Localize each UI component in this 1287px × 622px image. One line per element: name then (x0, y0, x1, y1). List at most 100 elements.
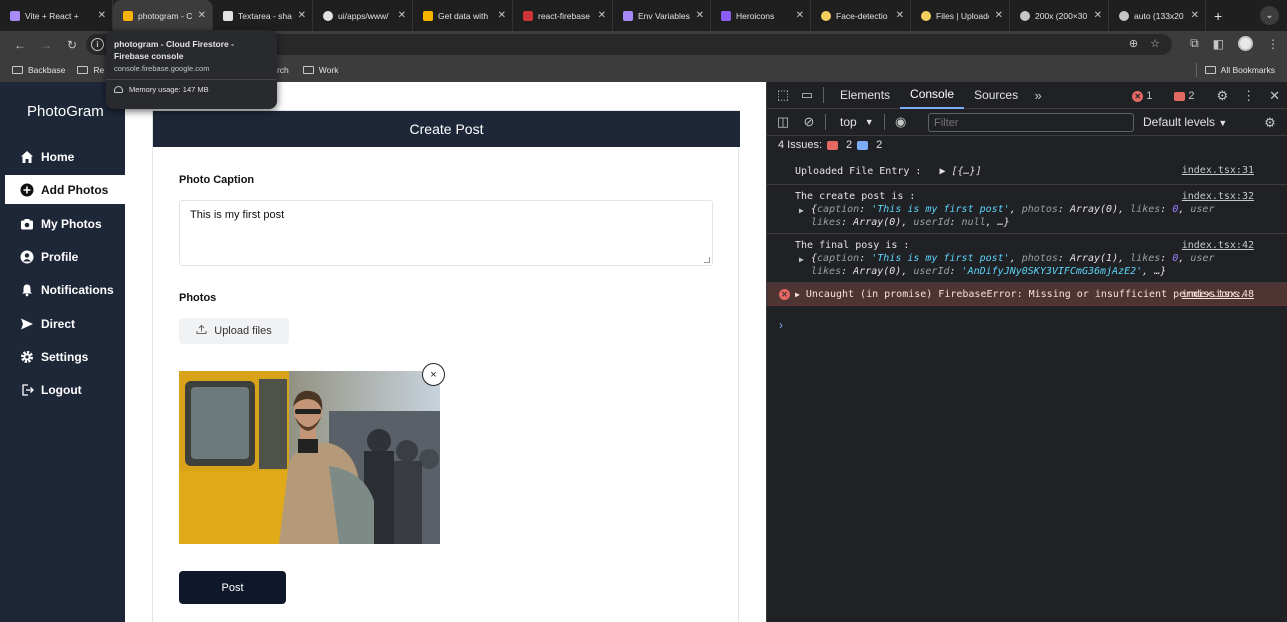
gear-icon[interactable]: ⚙ (1216, 88, 1228, 104)
close-icon[interactable]: ✕ (896, 10, 904, 21)
context-selector[interactable]: top ▼ (840, 115, 874, 129)
nav-item-profile[interactable]: Profile (5, 242, 125, 271)
zoom-icon[interactable]: ⊕ (1129, 37, 1138, 50)
close-icon[interactable]: ✕ (796, 10, 804, 21)
tab-label: auto (133x20 (1134, 10, 1184, 21)
message-icon (1174, 91, 1186, 101)
nav-item-logout[interactable]: Logout (5, 375, 125, 404)
sidebar-toggle-icon[interactable]: ◫ (773, 114, 793, 130)
remove-photo-button[interactable]: × (422, 363, 445, 386)
close-icon[interactable]: ✕ (696, 10, 704, 21)
more-tabs-chevron-icon[interactable]: » (1028, 88, 1048, 103)
error-count-badge[interactable]: ✕ 1 (1132, 90, 1152, 102)
nav-item-add-photos[interactable]: Add Photos (5, 175, 125, 204)
expand-triangle-icon[interactable]: ▶ (799, 204, 804, 217)
tab-heroicons[interactable]: Heroicons ✕ (711, 0, 811, 31)
close-icon[interactable]: ✕ (98, 10, 106, 21)
tab-files-upload[interactable]: Files | Uploadc ✕ (911, 0, 1010, 31)
filter-input[interactable] (928, 113, 1134, 132)
tab-label: Heroicons (736, 10, 775, 21)
tab-textarea[interactable]: Textarea - sha ✕ (213, 0, 313, 31)
bookmark-work[interactable]: Work (302, 65, 338, 75)
console-prompt-icon[interactable]: › (779, 318, 783, 332)
reload-icon[interactable]: ↻ (60, 38, 84, 52)
expand-triangle-icon[interactable]: ▶ (939, 166, 945, 177)
hover-card-url: console.firebase.google.com (114, 64, 210, 73)
tab-env-variables[interactable]: Env Variables ✕ (613, 0, 711, 31)
message-count-badge[interactable]: 2 (1174, 90, 1194, 102)
tab-vite-react[interactable]: Vite + React + ✕ (0, 0, 113, 31)
kebab-menu-icon[interactable]: ⋮ (1267, 37, 1279, 51)
forward-arrow-icon[interactable]: → (34, 38, 58, 52)
tab-200x[interactable]: 200x (200×30 ✕ (1010, 0, 1109, 31)
tab-react-firebase[interactable]: react-firebase ✕ (513, 0, 613, 31)
new-tab-icon[interactable]: + (1214, 8, 1222, 24)
divider (1196, 63, 1197, 77)
tab-console[interactable]: Console (900, 82, 965, 109)
tab-photogram[interactable]: photogram - C ✕ (113, 0, 213, 31)
context-label: top (840, 115, 857, 129)
console-settings-gear-icon[interactable]: ⚙ (1260, 115, 1280, 131)
close-icon[interactable]: ✕ (198, 10, 206, 21)
clear-console-icon[interactable]: ⊘ (799, 114, 819, 130)
nav-label: Profile (41, 249, 79, 264)
back-arrow-icon[interactable]: ← (8, 38, 32, 52)
close-icon[interactable]: ✕ (1269, 88, 1280, 104)
kebab-menu-icon[interactable]: ⋮ (1242, 88, 1255, 104)
memory-usage: Memory usage: 147 MB (114, 85, 269, 94)
inspect-element-icon[interactable]: ⬚ (773, 87, 793, 103)
close-icon[interactable]: ✕ (298, 10, 306, 21)
log-object[interactable]: ▶ {caption: 'This is my first post', phot… (795, 203, 1254, 229)
log-object[interactable]: [{…}] (952, 166, 982, 177)
issues-summary[interactable]: 4 Issues: 2 2 (778, 139, 882, 151)
obj-userid: null (961, 217, 986, 228)
nav-item-notifications[interactable]: Notifications (5, 275, 125, 304)
close-icon[interactable]: ✕ (995, 10, 1003, 21)
close-icon[interactable]: ✕ (398, 10, 406, 21)
eye-icon[interactable]: ◉ (891, 114, 911, 130)
close-icon[interactable]: ✕ (1094, 10, 1102, 21)
source-link[interactable]: index.tsx:48 (1182, 288, 1254, 301)
expand-triangle-icon[interactable]: ▶ (799, 253, 804, 266)
log-levels-dropdown[interactable]: Default levels ▼ (1143, 115, 1227, 129)
source-link[interactable]: index.tsx:42 (1182, 239, 1254, 252)
upload-files-button[interactable]: Upload files (179, 318, 289, 344)
tab-face-detection[interactable]: Face-detectio ✕ (811, 0, 911, 31)
tab-label: photogram - C (138, 10, 192, 21)
uploadcare-icon (821, 10, 831, 21)
tab-get-data[interactable]: Get data with ✕ (413, 0, 513, 31)
expand-triangle-icon[interactable]: ▶ (795, 290, 800, 299)
tab-sources[interactable]: Sources (964, 82, 1028, 109)
tab-elements[interactable]: Elements (830, 82, 900, 109)
all-bookmarks[interactable]: All Bookmarks (1204, 65, 1275, 75)
device-toolbar-icon[interactable]: ▭ (797, 87, 817, 103)
error-issue-count: 2 (846, 139, 853, 151)
obj-userlikes: Array(0) (853, 217, 902, 228)
source-link[interactable]: index.tsx:32 (1182, 190, 1254, 203)
tab-auto[interactable]: auto (133x20 ✕ (1109, 0, 1206, 31)
profile-avatar[interactable] (1238, 36, 1253, 51)
bookmark-star-icon[interactable]: ☆ (1150, 37, 1160, 50)
close-icon[interactable]: ✕ (498, 10, 506, 21)
shadcn-icon (223, 10, 233, 21)
extensions-icon[interactable]: ⧉ (1190, 36, 1199, 51)
tab-github[interactable]: ui/apps/www/ ✕ (313, 0, 413, 31)
side-panel-icon[interactable]: ◧ (1213, 37, 1224, 51)
close-icon[interactable]: ✕ (1191, 10, 1199, 21)
nav-item-direct[interactable]: Direct (5, 309, 125, 338)
nav-item-home[interactable]: Home (5, 142, 125, 171)
nav-item-my-photos[interactable]: My Photos (5, 209, 125, 238)
nav-item-settings[interactable]: Settings (5, 342, 125, 371)
source-link[interactable]: index.tsx:31 (1182, 164, 1254, 177)
resize-handle-icon[interactable] (704, 257, 710, 263)
post-button[interactable]: Post (179, 571, 286, 604)
close-icon[interactable]: ✕ (598, 10, 606, 21)
site-info-icon[interactable]: i (91, 38, 104, 51)
brand-logo[interactable]: PhotoGram (27, 103, 104, 120)
bookmark-backbase[interactable]: Backbase (12, 65, 65, 75)
globe-icon (1119, 10, 1129, 21)
bookmark-re[interactable]: Re (77, 65, 104, 75)
tab-search-chevron-icon[interactable]: ⌄ (1260, 6, 1279, 25)
log-object[interactable]: ▶ {caption: 'This is my first post', phot… (795, 252, 1254, 278)
caption-textarea[interactable]: This is my first post (179, 200, 713, 266)
